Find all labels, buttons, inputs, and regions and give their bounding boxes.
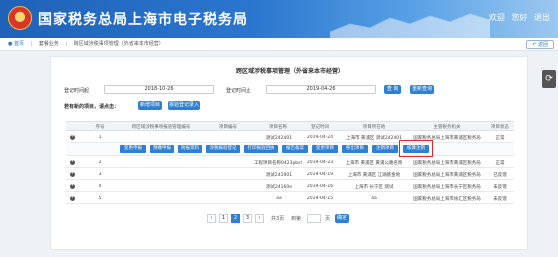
expand-row-icon[interactable] <box>70 182 75 189</box>
cell-name: aa <box>276 196 282 201</box>
cell-location: 上海市 黄浦区 黄浦公路名称 <box>345 161 403 166</box>
op-print-receipt-button[interactable]: 打印报验回执 <box>244 145 278 153</box>
table-header: 序号 跨区域涉税事项报验管理编号 项目编号 项目名称 登记时间 项目所在地 主管… <box>66 121 514 131</box>
goto-confirm-button[interactable]: 确定 <box>335 214 349 223</box>
end-date-label: 登记时间止 <box>226 88 252 94</box>
cell-seq: 3 <box>98 172 102 177</box>
cell-tax-office: 国家税务总局上海市徐汇区税务局 <box>413 197 481 202</box>
logout-link[interactable]: 退出 <box>534 13 550 22</box>
main-panel: 跨区域涉税事项管理（外省来本市经营） 登记时间起 2018-10-26 登记时间… <box>50 56 528 250</box>
breadcrumb-separator: | <box>30 41 33 47</box>
start-date-input[interactable]: 2018-10-26 <box>104 85 214 94</box>
cell-status: 未反馈 <box>493 185 507 190</box>
table-row[interactable]: 1 测试242401 2019-04-24 上海市 黄浦区 测试242401 国… <box>66 132 514 143</box>
breadcrumb: ● 首页 | 套餐业务 | 跨区域涉税事项管理（外省来本市经营） <box>0 38 558 51</box>
op-move-out-button[interactable]: 移出项目 <box>342 145 368 153</box>
cell-date: 2019-04-15 <box>306 196 334 201</box>
goto-page-input[interactable] <box>307 214 321 223</box>
cell-status: 已反馈 <box>493 173 507 178</box>
col-status: 项目状态 <box>491 125 509 130</box>
cell-seq: 2 <box>98 160 102 165</box>
table-row[interactable]: 4 测试24160e 2019-04-16 上海市 长宁区 测试 国家税务总局上… <box>66 181 514 192</box>
breadcrumb-separator: | <box>65 41 68 47</box>
next-page-button[interactable]: › <box>255 214 264 223</box>
breadcrumb-home[interactable]: 首页 <box>14 41 24 47</box>
cell-tax-office: 国家税务总局上海市长宁区税务局 <box>413 185 481 190</box>
highlight-box <box>399 140 433 157</box>
site-header: 国家税务总局上海市电子税务局 欢迎 您好 退出 <box>0 0 558 38</box>
refresh-icon: ⟳ <box>545 74 553 84</box>
back-button[interactable]: ↶ 返回 <box>526 40 554 49</box>
cell-date: 2019-04-16 <box>306 184 334 189</box>
breadcrumb-item-current: 跨区域涉税事项管理（外省来本市经营） <box>73 41 164 47</box>
page-button-2[interactable]: 2 <box>231 214 240 223</box>
expand-row-icon[interactable] <box>70 170 75 177</box>
op-prepay-button[interactable]: 预缴申报 <box>150 145 174 153</box>
start-date-label: 登记时间起 <box>64 88 90 94</box>
welcome-text: 欢迎 <box>488 13 505 22</box>
col-location: 项目所在地 <box>362 125 386 130</box>
col-name: 项目名称 <box>269 125 287 130</box>
cell-location: 上海市 黄浦区 测试242401 <box>345 136 403 141</box>
query-button[interactable]: 查 询 <box>384 85 401 94</box>
tax-emblem-icon <box>8 6 32 30</box>
cell-seq: 1 <box>98 135 102 140</box>
great-wall-decoration-icon <box>330 13 490 38</box>
end-date-input[interactable]: 2019-04-26 <box>266 85 376 94</box>
op-register-button[interactable]: 涉税报验登记 <box>206 145 240 153</box>
cell-tax-office: 国家税务总局上海市黄浦区税务局 <box>413 161 481 166</box>
cell-date: 2019-04-24 <box>306 135 334 140</box>
col-date: 登记时间 <box>311 125 329 130</box>
page-title: 跨区域涉税事项管理（外省来本市经营） <box>235 68 344 75</box>
user-link[interactable]: 您好 <box>511 13 527 22</box>
page-suffix: 页 <box>325 216 331 222</box>
page-button-3[interactable]: 3 <box>243 214 252 223</box>
cell-location: 上海市 长宁区 测试 <box>354 185 394 190</box>
expand-row-icon[interactable] <box>70 158 75 165</box>
cell-status: 正常 <box>495 136 505 141</box>
op-attachments-button[interactable]: 附报资料 <box>178 145 202 153</box>
goto-label: 到第 <box>291 216 302 222</box>
cell-date: 2019-04-19 <box>306 172 334 177</box>
op-cancel-project-button[interactable]: 注销项目 <box>372 145 398 153</box>
site-title: 国家税务总局上海市电子税务局 <box>38 12 248 28</box>
cell-seq: 4 <box>98 184 102 189</box>
table-row[interactable]: 3 测试241901 2019-04-19 上海市 黄浦区 江湖基金地 国家税务… <box>66 169 514 180</box>
col-seq: 序号 <box>95 125 105 130</box>
prev-page-button[interactable]: ‹ <box>207 214 216 223</box>
op-change-report-button[interactable]: 变更申报 <box>120 145 146 153</box>
cell-seq: 5 <box>98 196 102 201</box>
expand-row-icon[interactable] <box>70 194 75 201</box>
cell-date: 2019-04-23 <box>306 160 334 165</box>
cell-name: 测试24160e <box>265 185 293 190</box>
paper-register-button[interactable]: 报验登记录入 <box>168 101 200 110</box>
cell-location: 上海市 黄浦区 江湖基金地 <box>347 173 401 178</box>
col-tax-office: 主管税务机关 <box>433 125 461 130</box>
cell-name: 工程项目名称0423pbsh1 <box>254 161 302 166</box>
cell-tax-office: 国家税务总局上海市黄浦区税务局 <box>413 173 481 178</box>
new-project-button[interactable]: 新增项目 <box>138 101 162 110</box>
total-pages-text: 共3页 <box>271 216 285 222</box>
cell-status: 未反馈 <box>493 197 507 202</box>
page-button-1[interactable]: 1 <box>219 214 228 223</box>
cell-location: aa <box>371 196 377 201</box>
refresh-float-button[interactable]: ⟳ <box>542 70 556 88</box>
col-proj-no: 项目编号 <box>219 125 237 130</box>
expand-row-icon[interactable] <box>70 133 75 140</box>
action-hint: 若有新的项目，请点击： <box>64 104 120 110</box>
table-row[interactable]: 2 工程项目名称0423pbsh1 2019-04-23 上海市 黄浦区 黄浦公… <box>66 157 514 168</box>
cell-name: 测试242401 <box>265 136 293 141</box>
back-arrow-icon: ↶ <box>532 42 537 48</box>
reset-button[interactable]: 重新查询 <box>410 85 434 94</box>
cell-status: 正常 <box>495 161 505 166</box>
op-report-filing-button[interactable]: 报告备案 <box>282 145 308 153</box>
op-change-project-button[interactable]: 变更项目 <box>312 145 338 153</box>
col-mgmt-no: 跨区域涉税事项报验管理编号 <box>131 125 191 130</box>
breadcrumb-item-package[interactable]: 套餐业务 <box>39 41 59 47</box>
row-operations: 变更申报 预缴申报 附报资料 涉税报验登记 打印报验回执 报告备案 变更项目 移… <box>66 140 514 157</box>
cell-name: 测试241901 <box>265 173 293 178</box>
user-area: 欢迎 您好 退出 <box>485 12 550 23</box>
home-pin-icon: ● <box>8 41 13 47</box>
table-row[interactable]: 5 aa 2019-04-15 aa 国家税务总局上海市徐汇区税务局 未反馈 <box>66 193 514 204</box>
